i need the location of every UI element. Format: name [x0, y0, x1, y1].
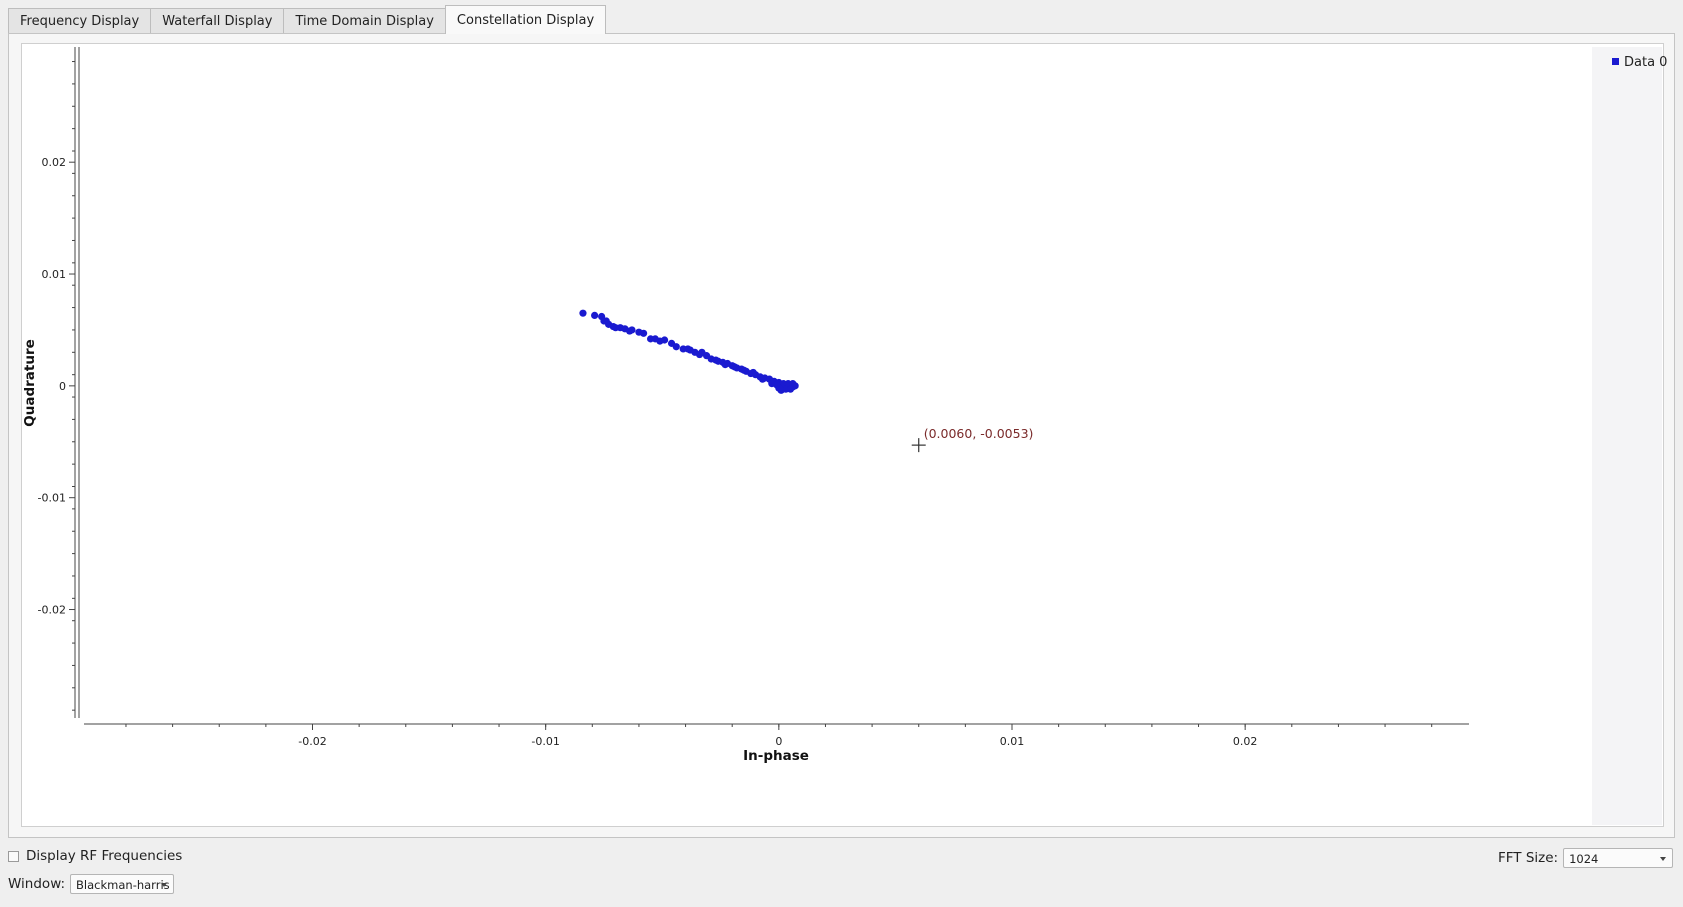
x-tick-label: 0.02	[1233, 735, 1258, 748]
x-axis-label: In-phase	[743, 748, 809, 764]
data-point	[684, 345, 692, 353]
data-point	[600, 317, 608, 325]
data-point	[768, 380, 776, 388]
data-point	[612, 324, 620, 332]
data-point	[591, 311, 599, 319]
data-point	[740, 366, 748, 374]
y-tick-label: 0	[59, 380, 66, 393]
tab-waterfall-display[interactable]: Waterfall Display	[150, 8, 285, 34]
data-point	[626, 327, 634, 335]
tab-constellation-display[interactable]: Constellation Display	[444, 5, 607, 34]
data-0-points	[579, 309, 799, 394]
fft-size-select[interactable]: 1024	[1563, 848, 1674, 868]
x-tick-label: 0	[775, 735, 782, 748]
data-point	[579, 309, 587, 317]
y-tick-label: -0.01	[38, 492, 66, 505]
fft-size-select-value: 1024	[1569, 852, 1599, 866]
tab-time-domain-display[interactable]: Time Domain Display	[283, 8, 446, 34]
x-tick-label: -0.01	[531, 735, 559, 748]
cursor-readout: (0.0060, -0.0053)	[924, 426, 1034, 441]
y-tick-label: 0.01	[42, 268, 67, 281]
y-tick-label: -0.02	[38, 604, 66, 617]
x-tick-label: 0.01	[1000, 735, 1024, 748]
constellation-plot[interactable]: 0.020.010-0.01-0.02 -0.02 -0.01 0 0.01 0.02 …	[22, 44, 1592, 826]
legend-label: Data 0	[1624, 55, 1668, 70]
data-point	[749, 368, 757, 377]
data-point	[721, 361, 729, 369]
window-select[interactable]: Blackman-harris	[70, 874, 175, 894]
tab-frequency-display[interactable]: Frequency Display	[8, 8, 152, 34]
data-point	[777, 386, 785, 394]
data-point	[660, 336, 669, 344]
tab-bar: Frequency Display Waterfall Display Time…	[8, 5, 607, 34]
x-tick-label: -0.02	[298, 735, 326, 748]
legend-swatch	[1612, 58, 1619, 65]
display-rf-checkbox[interactable]	[8, 850, 19, 862]
data-point	[646, 335, 655, 343]
data-point	[730, 363, 739, 371]
window-row: Window: Blackman-harris	[8, 874, 175, 894]
chevron-down-icon	[161, 883, 168, 887]
fft-size-row: FFT Size: 1024	[1498, 848, 1674, 868]
window-select-value: Blackman-harris	[76, 878, 170, 892]
fft-size-label: FFT Size:	[1498, 850, 1559, 866]
display-rf-row: Display RF Frequencies	[8, 848, 182, 864]
data-point	[672, 343, 680, 351]
bottom-controls: Display RF Frequencies Window: Blackman-…	[0, 836, 1683, 907]
display-rf-label[interactable]: Display RF Frequencies	[26, 848, 182, 864]
data-point	[712, 356, 720, 364]
data-point	[758, 375, 767, 383]
plot-frame[interactable]: 0.02 0.01 0 -0.01 -0.02 -0.02 -0.01 0 0.01 0.02 …	[21, 43, 1667, 827]
constellation-panel: 0.02 0.01 0 -0.01 -0.02 -0.02 -0.01 0 0.01 0.02 …	[8, 33, 1675, 838]
data-point	[786, 385, 795, 393]
legend-item-data-0[interactable]: Data 0	[1612, 55, 1667, 70]
chevron-down-icon	[1660, 857, 1667, 861]
y-tick-label: 0.02	[42, 156, 67, 169]
y-axis-label: Quadrature	[22, 339, 38, 427]
legend: Data 0	[1592, 47, 1667, 825]
data-point	[698, 348, 706, 356]
window-label: Window:	[8, 876, 66, 892]
data-point	[639, 329, 648, 337]
x-axis-ticks: -0.02 -0.01 0 0.01 0.02	[125, 724, 1433, 748]
y-axis-ticks: 0.02 0.01 0 -0.01 -0.02	[38, 61, 75, 711]
